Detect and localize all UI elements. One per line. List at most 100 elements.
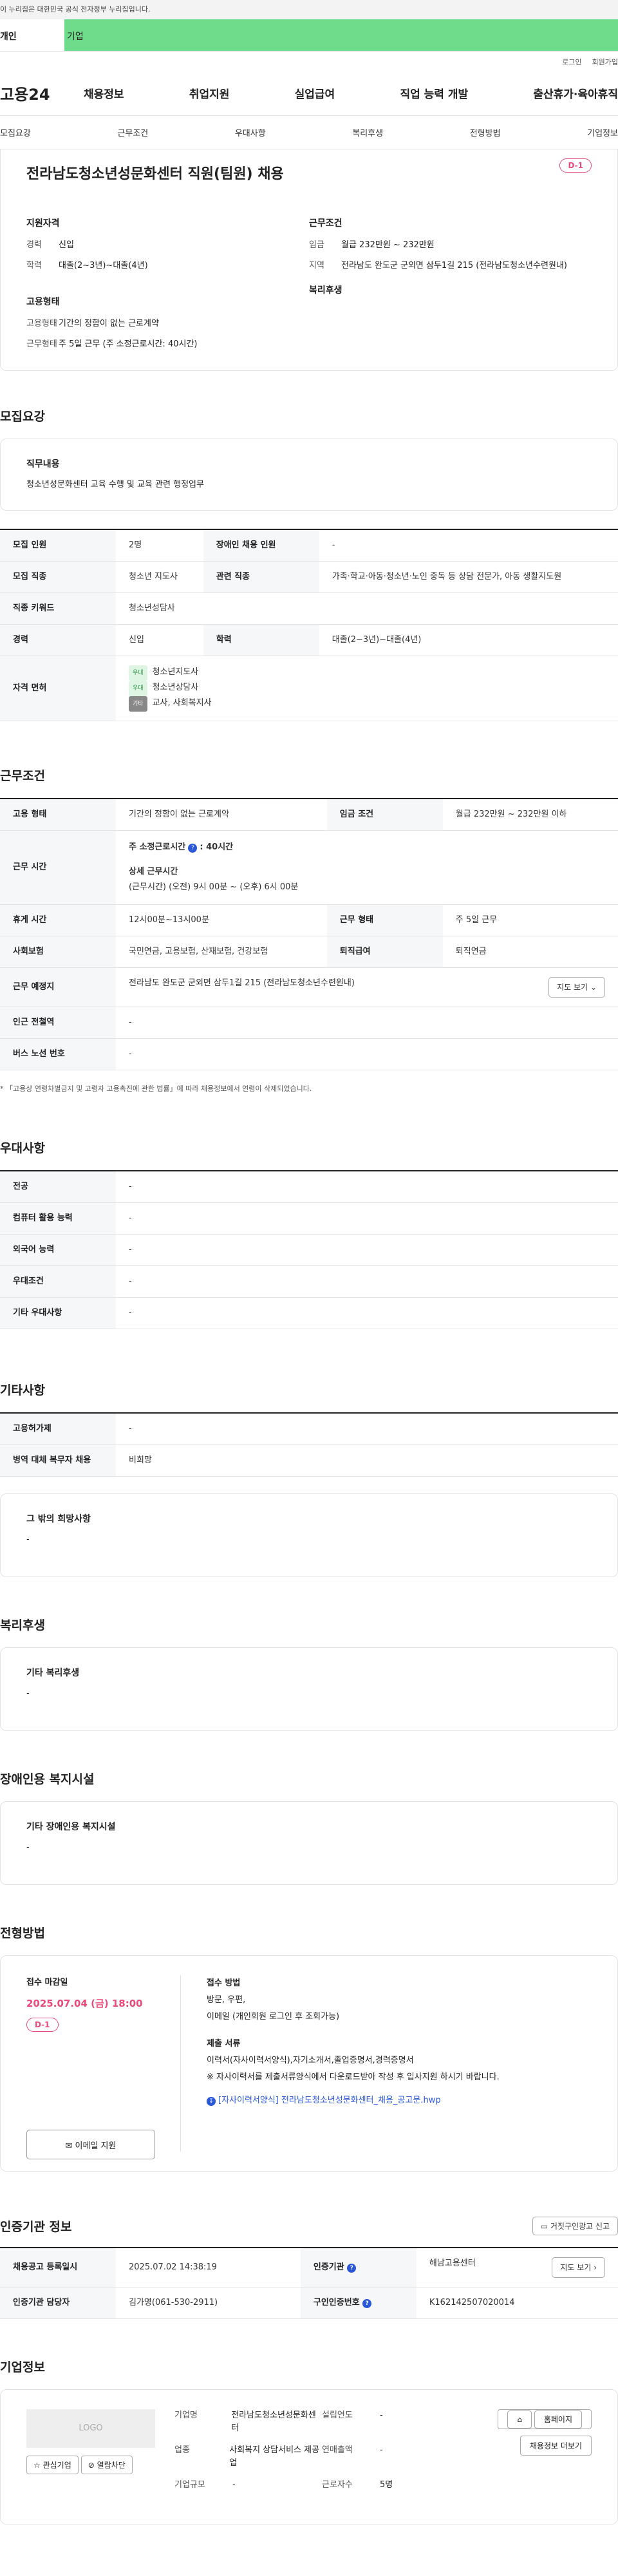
company-title: 기업정보 (0, 2360, 45, 2374)
value: 국민연금, 고용보험, 산재보험, 건강보험 (116, 936, 327, 968)
label: 채용공고 등록일시 (0, 2248, 116, 2287)
label: 모집 인원 (0, 529, 116, 562)
disab-box: 기타 장애인용 복지시설 - (0, 1801, 618, 1885)
block-button[interactable]: ⊘ 열람차단 (80, 2456, 133, 2474)
value: - (116, 1038, 618, 1070)
label: 직종 키워드 (0, 592, 116, 625)
subnav-work[interactable]: 근무조건 (117, 126, 148, 138)
attachment-link[interactable]: [자사이력서양식] 전라남도청소년성문화센터_채용_공고문.hwp (218, 2096, 441, 2105)
company-info: 기업명 전라남도청소년성문화센터 설립연도 - 업종 사회복지 상담서비스 제공업 연… (174, 2409, 469, 2505)
summary-region: 지역 전라남도 완도군 군외면 삼두1길 215 (전라남도청소년수련원내) (309, 260, 592, 272)
value: 기간의 정함이 없는 근로계약 (116, 799, 327, 831)
label: 병역 대체 복무자 채용 (0, 1444, 116, 1477)
company-logo-panel: LOGO ☆ 관심기업 ⊘ 열람차단 (26, 2409, 155, 2505)
label: 컴퓨터 활용 능력 (0, 1202, 116, 1235)
recruit-title: 모집요강 (0, 410, 45, 424)
docs-label: 제출 서류 (207, 2039, 241, 2049)
chevron-down-icon: ⌄ (590, 983, 597, 992)
method-panel: 접수 방법 방문, 우편, 이메일 (개인회원 로그인 후 조회가능) 제출 서… (181, 1975, 592, 2152)
subnav-selection[interactable]: 전형방법 (470, 126, 501, 138)
place-cell: 전라남도 완도군 군외면 삼두1길 215 (전라남도청소년수련원내) 지도 보기… (116, 967, 618, 1007)
label: 임금 조건 (326, 799, 443, 831)
table-row: 병역 대체 복무자 채용 비희망 (0, 1444, 618, 1477)
cond-heading: 근무조건 (309, 218, 342, 229)
gov-banner: 이 누리집은 대한민국 공식 전자정부 누리집입니다. (0, 0, 618, 19)
label: 기업규모 (174, 2480, 205, 2490)
report-button[interactable]: ▭ 거짓구인광고 신고 (532, 2217, 618, 2235)
dday-badge: D-1 (26, 2018, 59, 2032)
work-title: 근무조건 (0, 769, 45, 783)
value: 비희망 (116, 1444, 618, 1477)
summary-emp: 고용형태 기간의 정함이 없는 근로계약 (26, 318, 309, 330)
home-icon: ⌂ (507, 2410, 532, 2429)
summary-workform: 근무형태 주 5일 근무 (주 소정근로시간: 40시간) (26, 339, 309, 350)
table-row: 직종 키워드 청소년성담사 (0, 592, 618, 625)
label: 전공 (0, 1171, 116, 1203)
value: 2025.07.02 14:38:19 (116, 2248, 301, 2287)
table-row: 채용공고 등록일시 2025.07.02 14:38:19 인증기관 ? 해남고용센터… (0, 2248, 618, 2287)
summary-wage: 임금 월급 232만원 ~ 232만원 (309, 240, 592, 251)
hours-week: 주 소정근로시간 ?: 40시간 (129, 840, 605, 855)
gnb-item-support[interactable]: 취업지원 (189, 85, 230, 101)
value: K162142507020014 (416, 2287, 618, 2319)
value: - (116, 1007, 618, 1039)
method-label: 접수 방법 (207, 1978, 241, 1988)
label: 사회보험 (0, 936, 116, 968)
value: - (232, 2480, 236, 2490)
info-icon[interactable]: ? (347, 2264, 357, 2273)
map-button[interactable]: 지도 보기 ⌄ (548, 977, 605, 998)
summary-edu: 학력 대졸(2~3년)~대졸(4년) (26, 260, 309, 272)
summary-left: 지원자격 경력 신입 학력 대졸(2~3년)~대졸(4년) 고용형태 고용형태 기간의… (26, 216, 309, 359)
info-icon[interactable]: ? (188, 844, 198, 853)
brand-logo[interactable]: 고용24 (0, 82, 58, 104)
fav-company-button[interactable]: ☆ 관심기업 (26, 2456, 79, 2474)
license-name: 교사, 사회복지사 (152, 698, 212, 708)
label: 우대조건 (0, 1265, 116, 1298)
value: 김가영(061-530-2911) (116, 2287, 301, 2319)
gnb-item-leave[interactable]: 출산휴가·육아휴직 (533, 85, 618, 101)
label: 학력 (203, 624, 319, 656)
more-jobs-button[interactable]: 채용정보 더보기 (520, 2436, 592, 2456)
email-apply-label: 이메일 지원 (75, 2141, 117, 2151)
table-row: 전공 - (0, 1171, 618, 1203)
value: - (116, 1265, 618, 1298)
company-sales-row: 연매출액 - (322, 2444, 469, 2470)
qual-heading: 지원자격 (26, 218, 60, 229)
email-apply-button[interactable]: ✉ 이메일 지원 (26, 2130, 155, 2159)
subnav-pref[interactable]: 우대사항 (235, 126, 266, 138)
value: 해남고용센터 (429, 2259, 476, 2268)
label: 관련 직종 (203, 561, 319, 593)
login-link[interactable]: 로그인 (562, 57, 581, 71)
org-cell: 해남고용센터 지도 보기 › (416, 2248, 618, 2287)
homepage-button[interactable]: ⌂ 홈페이지 (498, 2409, 592, 2429)
value: 월급 232만원 ~ 232만원 (341, 240, 435, 250)
table-row: 인근 전철역 - (0, 1007, 618, 1039)
value: 주 5일 근무 (442, 904, 618, 936)
value: 신입 (116, 624, 203, 656)
summary-columns: 지원자격 경력 신입 학력 대졸(2~3년)~대졸(4년) 고용형태 고용형태 기간의… (26, 216, 592, 359)
org-map-button[interactable]: 지도 보기 › (552, 2257, 605, 2278)
value: 기간의 정함이 없는 근로계약 (59, 319, 159, 328)
signup-link[interactable]: 회원가입 (592, 57, 618, 71)
info-icon[interactable]: ? (362, 2299, 372, 2308)
hours-week-label: 주 소정근로시간 (129, 842, 186, 852)
gnb-item-training[interactable]: 직업 능력 개발 (400, 85, 468, 101)
org-map-label: 지도 보기 (560, 2263, 592, 2272)
gnb-item-benefit[interactable]: 실업급여 (295, 85, 335, 101)
gnb-item-jobs[interactable]: 채용정보 (84, 85, 124, 101)
cert-table: 채용공고 등록일시 2025.07.02 14:38:19 인증기관 ? 해남고용센터… (0, 2247, 618, 2319)
subnav-welfare[interactable]: 복리후생 (352, 126, 383, 138)
pref-title: 우대사항 (0, 1141, 45, 1155)
label: 근로자수 (322, 2480, 353, 2490)
tab-individual[interactable]: 개인 (0, 19, 64, 51)
label: 장애인 채용 인원 (203, 529, 319, 562)
subnav-recruit[interactable]: 모집요강 (0, 126, 31, 138)
recruit-table: 모집 인원 2명 장애인 채용 인원 - 모집 직종 청소년 지도사 관련 직종 가족·학교… (0, 529, 618, 721)
pref-table: 전공 - 컴퓨터 활용 능력 - 외국어 능력 - 우대조건 - 기타 우대사항 - (0, 1170, 618, 1329)
method-line-2: 이메일 (개인회원 로그인 후 조회가능) (207, 2012, 340, 2022)
value: - (319, 529, 618, 562)
tab-business[interactable]: 기업 (64, 19, 618, 51)
table-row: 고용허가제 - (0, 1413, 618, 1445)
subnav-company[interactable]: 기업정보 (587, 126, 618, 138)
label: 설립연도 (322, 2410, 353, 2420)
